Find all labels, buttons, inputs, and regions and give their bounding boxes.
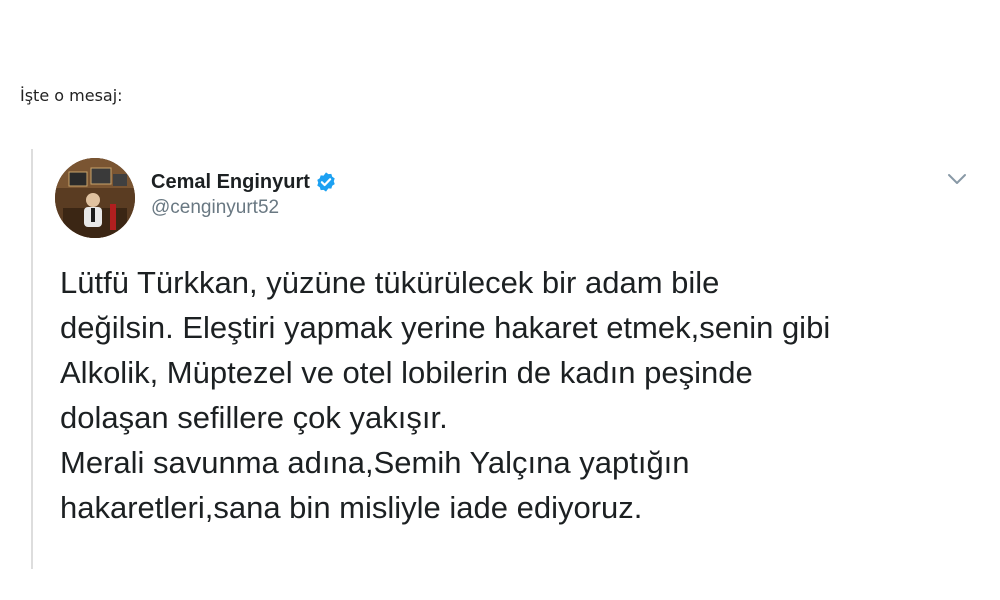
author-display-name[interactable]: Cemal Enginyurt [151,171,310,194]
tweet-text: Lütfü Türkkan, yüzüne tükürülecek bir ad… [60,260,980,530]
chevron-down-icon[interactable] [946,172,968,186]
avatar-photo [55,158,135,238]
intro-caption: İşte o mesaj: [20,86,123,105]
tweet-text-line: dolaşan sefillere çok yakışır. [60,400,448,435]
verified-badge-icon [317,172,335,192]
avatar[interactable] [55,158,135,238]
tweet-text-line: Merali savunma adına,Semih Yalçına yaptı… [60,445,690,480]
tweet-text-line: hakaretleri,sana bin misliyle iade ediyo… [60,490,643,525]
tweet-text-line: Lütfü Türkkan, yüzüne tükürülecek bir ad… [60,265,720,300]
tweet-author[interactable]: Cemal Enginyurt @cenginyurt52 [151,169,337,219]
tweet-text-line: Alkolik, Müptezel ve otel lobilerin de k… [60,355,753,390]
embedded-tweet[interactable]: Cemal Enginyurt @cenginyurt52 Lütfü Türk… [33,149,993,569]
author-handle[interactable]: @cenginyurt52 [151,197,337,219]
tweet-text-line: değilsin. Eleştiri yapmak yerine hakaret… [60,310,831,345]
